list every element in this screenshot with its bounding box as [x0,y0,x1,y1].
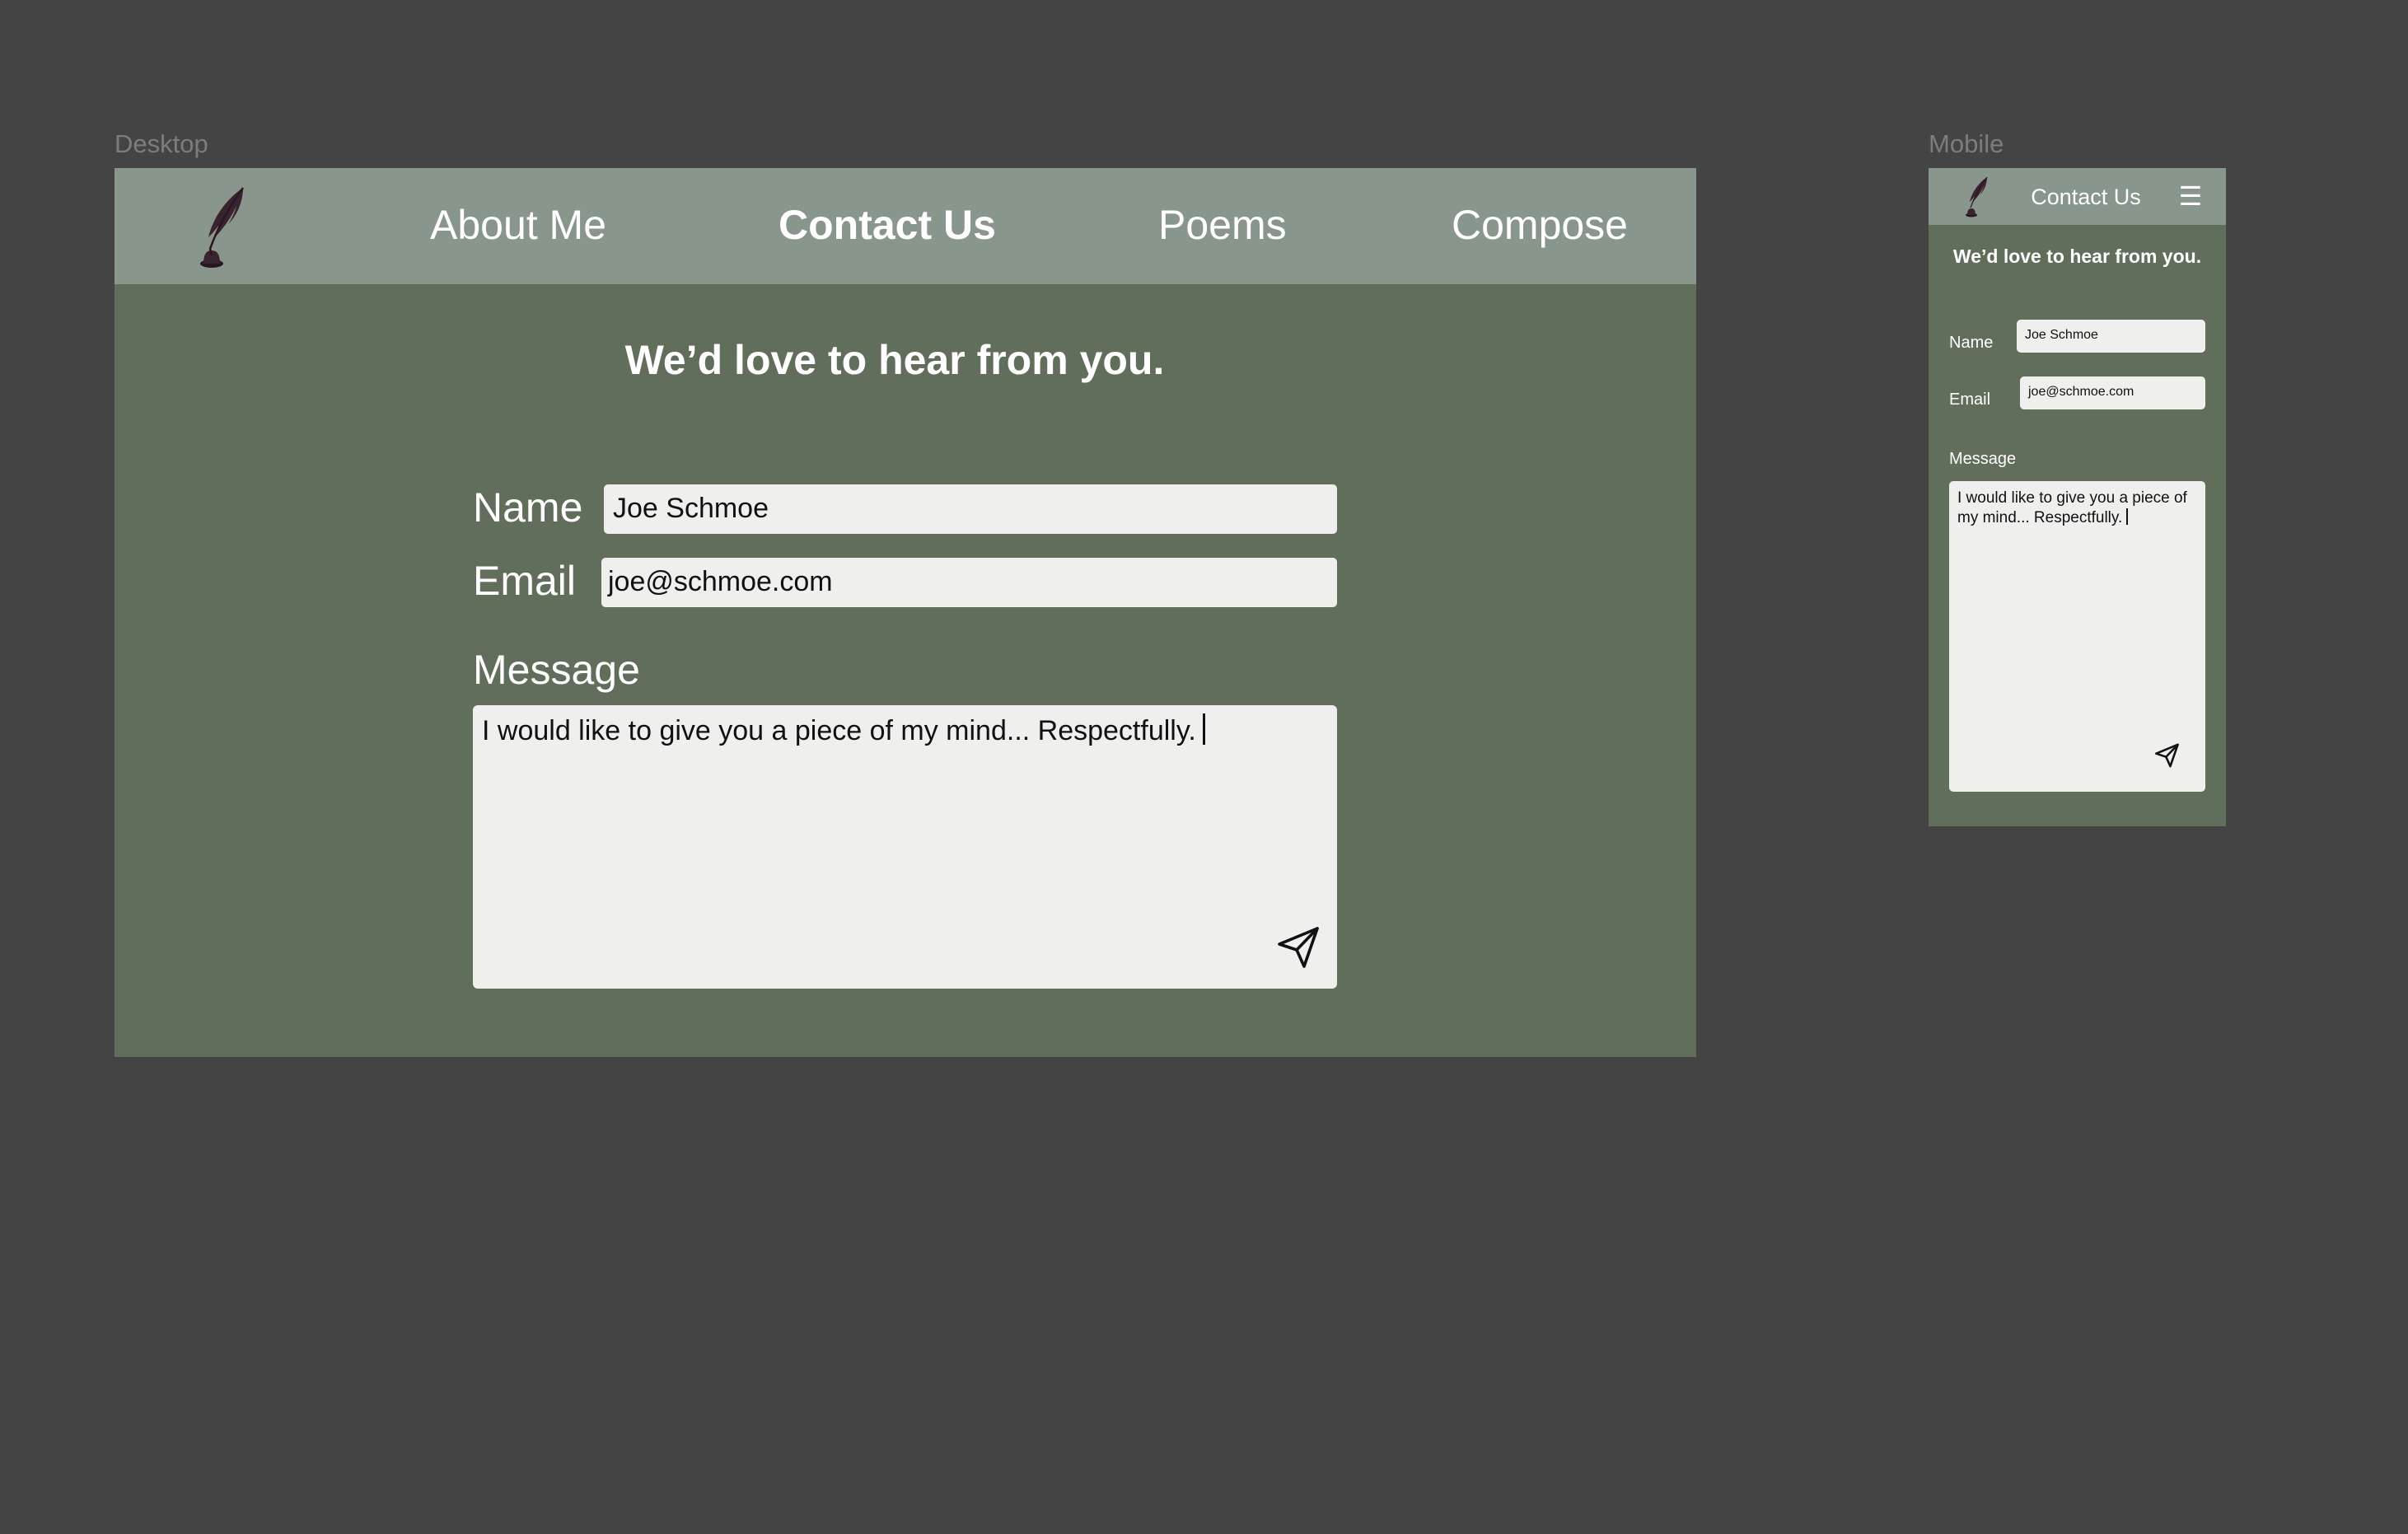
send-icon[interactable] [2154,742,2181,769]
name-input[interactable]: Joe Schmoe [604,484,1337,534]
email-label: Email [473,558,577,604]
design-canvas: Desktop About Me Contact Us Poems Compos… [0,0,2408,1534]
quill-pen-icon[interactable] [1960,175,1993,218]
text-caret [1202,713,1205,745]
message-textarea[interactable]: I would like to give you a piece of my m… [473,705,1337,989]
nav-item-about-me[interactable]: About Me [430,196,606,254]
nav-item-compose[interactable]: Compose [1452,196,1628,254]
email-input[interactable]: joe@schmoe.com [2020,376,2205,409]
email-label: Email [1949,391,1991,409]
desktop-artboard: About Me Contact Us Poems Compose We’d l… [115,168,1696,1057]
desktop-nav-bar: About Me Contact Us Poems Compose [115,168,1696,284]
message-text: I would like to give you a piece of my m… [1957,489,2187,526]
send-icon[interactable] [1276,924,1322,970]
mobile-nav-title[interactable]: Contact Us [2011,182,2161,212]
quill-pen-icon[interactable] [189,185,255,270]
page-heading: We’d love to hear from you. [624,337,1165,383]
message-text: I would like to give you a piece of my m… [482,715,1196,746]
desktop-frame-label: Desktop [115,129,208,158]
name-input[interactable]: Joe Schmoe [2017,320,2205,353]
message-label: Message [473,647,640,693]
nav-item-poems[interactable]: Poems [1158,196,1287,254]
mobile-frame-label: Mobile [1929,129,2004,158]
message-label: Message [1949,450,2017,468]
mobile-artboard: Contact Us ☰ We’d love to hear from you.… [1929,168,2226,826]
page-heading: We’d love to hear from you. [1952,246,2202,267]
email-input[interactable]: joe@schmoe.com [601,558,1337,607]
mobile-nav-bar: Contact Us ☰ [1929,168,2226,225]
nav-item-contact-us[interactable]: Contact Us [779,196,996,254]
name-label: Name [1949,334,1994,352]
hamburger-menu-icon[interactable]: ☰ [2176,181,2205,211]
name-label: Name [473,484,583,531]
text-caret [2126,508,2129,525]
